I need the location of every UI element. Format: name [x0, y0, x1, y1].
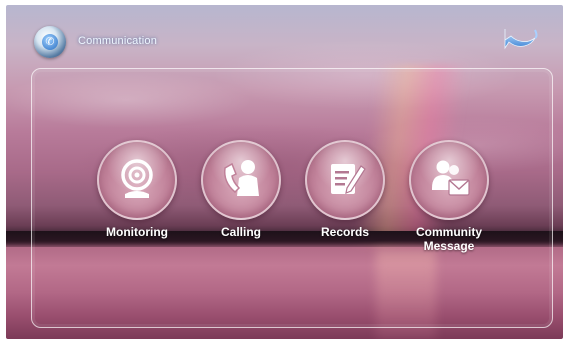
menu-tile-circle	[409, 140, 489, 220]
menu-tile-circle	[97, 140, 177, 220]
monitoring-button[interactable]: Monitoring	[92, 140, 182, 239]
notepad-pen-icon	[331, 164, 366, 194]
calling-label: Calling	[220, 225, 261, 239]
community-message-label: Community Message	[416, 225, 482, 253]
handset-person-icon	[223, 160, 259, 196]
menu-tile-circle	[201, 140, 281, 220]
people-envelope-icon	[432, 160, 470, 196]
return-arrow-icon	[504, 29, 538, 50]
records-button[interactable]: Records	[300, 140, 390, 239]
records-label: Records	[320, 225, 370, 239]
menu-tile-circle	[305, 140, 385, 220]
webcam-icon	[121, 159, 153, 198]
page-title: Communication	[78, 35, 158, 47]
back-button[interactable]	[501, 26, 539, 52]
community-message-button[interactable]: Community Message	[404, 140, 494, 253]
monitoring-label: Monitoring	[106, 225, 168, 239]
calling-button[interactable]: Calling	[196, 140, 286, 239]
phone-globe-icon: ✆	[34, 26, 66, 58]
